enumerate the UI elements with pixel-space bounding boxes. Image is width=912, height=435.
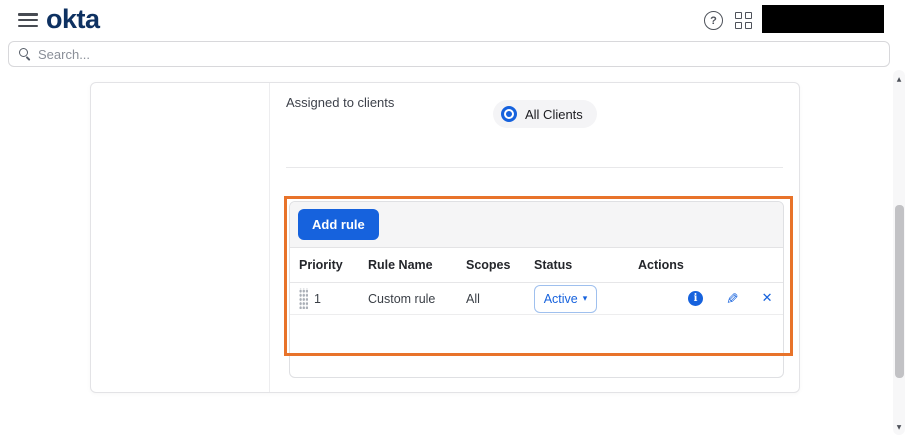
panel-column-divider xyxy=(269,83,270,392)
okta-logo: okta xyxy=(46,4,100,34)
priority-cell: 1 xyxy=(299,288,368,309)
assigned-to-clients-label: Assigned to clients xyxy=(286,95,395,110)
settings-panel: Assigned to clients All Clients Add rule… xyxy=(90,82,800,393)
drag-handle-icon[interactable] xyxy=(299,288,308,309)
actions-cell: i ✎ ✕ xyxy=(638,290,783,308)
scopes-value: All xyxy=(466,291,480,306)
vertical-scrollbar[interactable]: ▲ ▼ xyxy=(893,70,905,435)
scroll-down-icon[interactable]: ▼ xyxy=(893,424,905,431)
all-clients-label: All Clients xyxy=(525,106,583,122)
chevron-down-icon: ▾ xyxy=(582,293,588,304)
help-icon[interactable]: ? xyxy=(704,11,723,30)
rule-name-value: Custom rule xyxy=(368,291,436,306)
column-header-priority: Priority xyxy=(299,258,343,272)
info-icon[interactable]: i xyxy=(688,291,703,306)
rules-table-header: Priority Rule Name Scopes Status Actions xyxy=(290,248,783,283)
add-rule-button[interactable]: Add rule xyxy=(298,209,379,240)
column-header-scopes: Scopes xyxy=(466,258,511,272)
top-header: okta ? xyxy=(0,0,912,40)
hamburger-menu-icon[interactable] xyxy=(18,13,38,28)
all-clients-option[interactable]: All Clients xyxy=(493,100,597,128)
scroll-up-icon[interactable]: ▲ xyxy=(893,76,905,83)
radio-selected-icon xyxy=(501,106,517,122)
rules-table-card: Add rule Priority Rule Name Scopes Statu… xyxy=(289,201,784,378)
apps-grid-icon[interactable] xyxy=(735,12,754,30)
section-divider xyxy=(286,167,783,168)
search-icon xyxy=(19,48,31,61)
redacted-account-info xyxy=(762,5,884,33)
scrollbar-thumb[interactable] xyxy=(894,205,904,378)
search-input[interactable] xyxy=(38,46,889,62)
edit-pencil-icon[interactable]: ✎ xyxy=(726,290,739,308)
status-value: Active xyxy=(543,291,578,306)
rules-toolbar: Add rule xyxy=(290,202,783,248)
table-row: 1 Custom rule All Active ▾ i ✎ ✕ xyxy=(290,283,783,315)
column-header-rule-name: Rule Name xyxy=(368,258,433,272)
global-search-bar xyxy=(8,41,890,67)
status-dropdown-button[interactable]: Active ▾ xyxy=(534,284,597,313)
okta-admin-screen: okta ? Assigned to clients All Clients A… xyxy=(0,0,912,435)
priority-value: 1 xyxy=(314,291,321,306)
delete-x-icon[interactable]: ✕ xyxy=(762,291,773,306)
column-header-status: Status xyxy=(534,258,573,272)
column-header-actions: Actions xyxy=(638,258,684,272)
